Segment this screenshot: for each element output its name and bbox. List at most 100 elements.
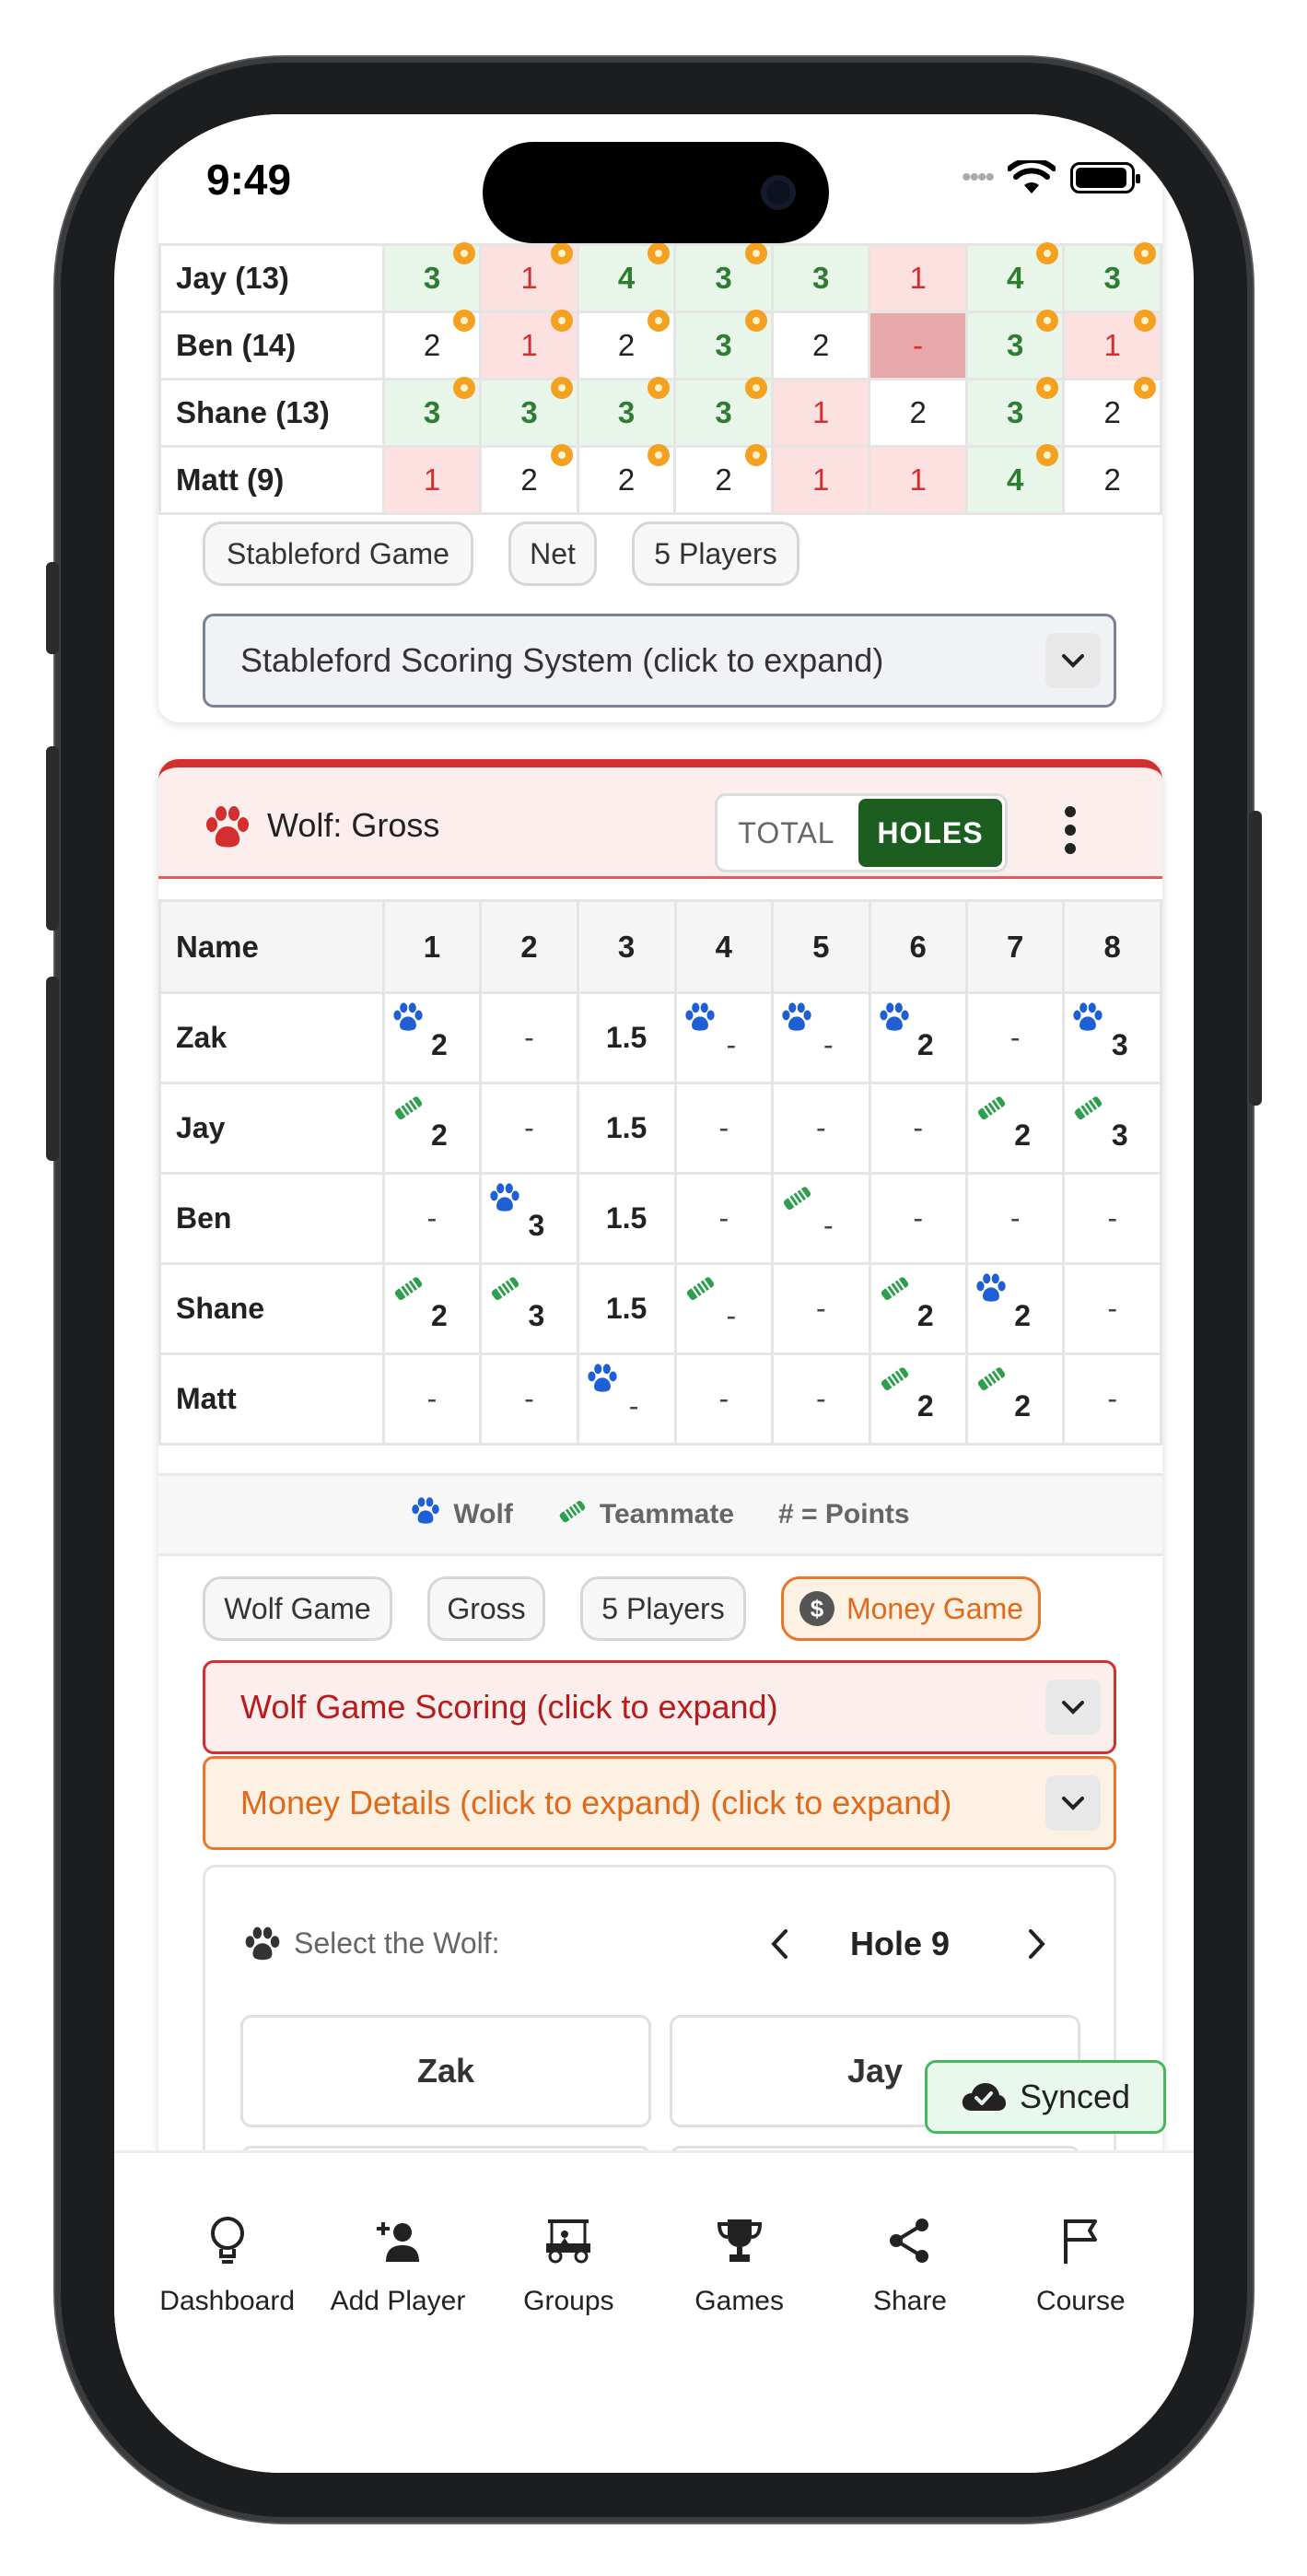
score-cell[interactable]: 3 [964,377,1066,448]
nav-course[interactable]: Course [996,2153,1166,2473]
wolf-cell[interactable]: - [868,1172,968,1265]
score-cell[interactable]: 2 [1062,445,1162,515]
score-cell[interactable]: 2 [576,444,677,515]
scroll-content[interactable]: Jay (13) 3 1 4 3 3 1 4 3 Ben (14) 2 1 2 3 2-3 1 Shane (1… [114,114,1194,2150]
score-cell[interactable]: 1 [770,445,871,515]
wolf-cell[interactable]: - [673,1172,775,1265]
pick-player-zak[interactable]: Zak [240,2015,651,2127]
chip-gross[interactable]: Gross [427,1576,545,1641]
wolf-cell[interactable]: - [673,991,775,1084]
wolf-cell[interactable]: 2 [381,991,483,1084]
wolf-cell[interactable]: 2 [964,1082,1066,1175]
wolf-cell[interactable]: 1.5 [576,991,677,1084]
wolf-cell[interactable]: 1.5 [576,1172,677,1265]
wolf-cell[interactable]: - [1062,1352,1162,1446]
wolf-cell[interactable]: - [964,1172,1066,1265]
more-options-icon[interactable] [1061,804,1079,856]
wolf-cell[interactable]: - [673,1352,775,1446]
wolf-cell[interactable]: 3 [479,1172,579,1265]
wolf-cell[interactable]: 1.5 [576,1082,677,1175]
score-cell[interactable]: 3 [381,242,483,313]
wolf-cell[interactable]: - [1062,1262,1162,1355]
wolf-cell[interactable]: - [381,1352,483,1446]
wolf-cell[interactable]: - [964,991,1066,1084]
chip-stableford-game[interactable]: Stableford Game [203,521,473,586]
score-cell[interactable]: 1 [868,243,968,313]
score-cell[interactable]: 3 [964,310,1066,381]
wolf-cell[interactable]: - [673,1262,775,1355]
wolf-cell[interactable]: - [673,1082,775,1175]
wolf-cell[interactable]: 3 [1062,991,1162,1084]
wolf-cell[interactable]: 2 [964,1352,1066,1446]
score-cell[interactable]: 4 [576,242,677,313]
score-cell[interactable]: 4 [964,444,1066,515]
score-cell[interactable]: 4 [964,242,1066,313]
wolf-cell[interactable]: - [1062,1172,1162,1265]
nav-add-player[interactable]: Add Player [312,2153,483,2473]
score-cell[interactable]: 3 [576,377,677,448]
score-cell[interactable]: 2 [868,378,968,448]
score-cell[interactable]: 1 [868,445,968,515]
chevron-down-icon[interactable] [1045,1680,1101,1735]
score-cell[interactable]: 2 [479,444,579,515]
score-cell[interactable]: - [868,310,968,381]
wolf-cell[interactable]: - [479,1082,579,1175]
score-cell[interactable]: 3 [673,377,774,448]
chevron-down-icon[interactable] [1045,1775,1101,1831]
chip-net[interactable]: Net [508,521,597,586]
nav-games[interactable]: Games [654,2153,824,2473]
toggle-total[interactable]: TOTAL [718,796,856,870]
score-cell[interactable]: 1 [479,242,579,313]
chevron-right-icon[interactable] [1027,1928,1047,1960]
nav-dashboard[interactable]: Dashboard [142,2153,312,2473]
score-cell[interactable]: 1 [381,445,483,515]
wolf-cell[interactable]: 3 [479,1262,579,1355]
wolf-cell[interactable]: 2 [868,1352,968,1446]
money-details-expander[interactable]: Money Details (click to expand) (click t… [203,1756,1116,1850]
wolf-cell[interactable]: - [576,1352,677,1446]
score-cell[interactable]: 2 [673,444,774,515]
wolf-header: Wolf: Gross TOTAL HOLES [158,759,1162,879]
score-cell[interactable]: 2 [381,310,483,381]
wolf-cell[interactable]: - [771,1262,871,1355]
wolf-cell[interactable]: - [479,1352,579,1446]
wolf-cell[interactable]: - [771,1352,871,1446]
chip-money-game[interactable]: $ Money Game [781,1576,1041,1641]
stableford-scoring-expander[interactable]: Stableford Scoring System (click to expa… [203,614,1116,708]
chevron-left-icon[interactable] [769,1928,789,1960]
score-cell[interactable]: 1 [479,310,579,381]
wolf-cell[interactable]: - [868,1082,968,1175]
wolf-cell[interactable]: - [771,1172,871,1265]
wolf-cell[interactable]: - [381,1172,483,1265]
score-cell[interactable]: 3 [673,242,774,313]
score-cell[interactable]: 2 [1062,377,1162,448]
wolf-cell[interactable]: 2 [381,1082,483,1175]
chip-wolf-game[interactable]: Wolf Game [203,1576,392,1641]
chip-wolf-players[interactable]: 5 Players [580,1576,746,1641]
score-cell[interactable]: 3 [381,377,483,448]
wolf-scoring-expander[interactable]: Wolf Game Scoring (click to expand) [203,1660,1116,1754]
score-cell[interactable]: 1 [1062,310,1162,381]
wolf-cell[interactable]: - [771,991,871,1084]
chip-players[interactable]: 5 Players [632,521,799,586]
wolf-cell[interactable]: 3 [1062,1082,1162,1175]
wolf-cell[interactable]: - [771,1082,871,1175]
score-cell[interactable]: 3 [1062,242,1162,313]
wolf-cell[interactable]: 2 [868,991,968,1084]
wolf-cell[interactable]: 2 [868,1262,968,1355]
score-cell[interactable]: 3 [479,377,579,448]
nav-groups[interactable]: Groups [484,2153,654,2473]
score-cell[interactable]: 2 [576,310,677,381]
toggle-holes[interactable]: HOLES [858,799,1002,867]
wolf-cell[interactable]: 1.5 [576,1262,677,1355]
nav-share[interactable]: Share [824,2153,995,2473]
wolf-cell[interactable]: 2 [381,1262,483,1355]
score-cell[interactable]: 1 [770,378,871,448]
score-cell[interactable]: 2 [770,310,871,381]
sync-status-badge[interactable]: Synced [925,2060,1166,2134]
chevron-down-icon[interactable] [1045,633,1101,688]
wolf-cell[interactable]: 2 [964,1262,1066,1355]
wolf-cell[interactable]: - [479,991,579,1084]
score-cell[interactable]: 3 [673,310,774,381]
score-cell[interactable]: 3 [770,243,871,313]
